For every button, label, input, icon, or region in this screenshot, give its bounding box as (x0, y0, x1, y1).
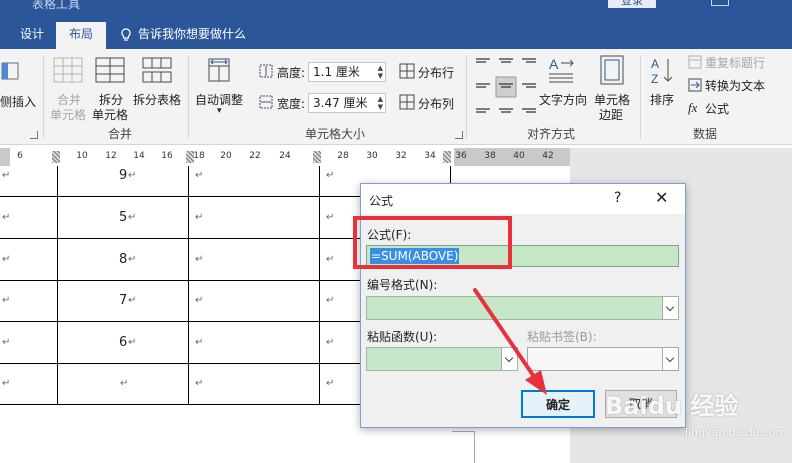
split-cells-icon (95, 57, 125, 83)
number-format-select[interactable] (366, 296, 679, 320)
watermark-brand: Baidu 经验 (605, 392, 739, 420)
distribute-rows-button[interactable]: 分布行 (418, 64, 454, 81)
chevron-down-icon[interactable] (662, 297, 678, 319)
align-group-label: 对齐方式 (526, 127, 575, 141)
help-icon[interactable]: ? (614, 190, 621, 206)
formula-fx-icon: fx (688, 100, 698, 115)
svg-text:Z: Z (651, 72, 658, 86)
merge-cells-icon (53, 57, 83, 83)
autofit-icon (208, 58, 230, 82)
autofit-dropdown-icon[interactable]: ▾ (217, 106, 222, 116)
convert-to-text-button[interactable]: 转换为文本 (705, 77, 765, 94)
table-cell-value: 5 (119, 210, 128, 225)
svg-text:A: A (651, 57, 659, 71)
title-bar: 表格工具 登录 设计 布局 告诉我你想要做什么 (0, 0, 792, 49)
ruler-tick: 32 (395, 151, 407, 161)
close-icon[interactable]: ✕ (655, 188, 668, 207)
width-field[interactable]: 3.47 厘米 ▲ ▼ (308, 93, 386, 113)
annotation-highlight-box (353, 216, 512, 269)
split-table-icon (142, 57, 172, 83)
ruler-tick: 22 (249, 151, 261, 161)
distribute-columns-icon (399, 94, 415, 110)
ruler-tick: 14 (133, 151, 145, 161)
width-label: 宽度: (277, 97, 306, 111)
table-cell-value: 6 (119, 335, 128, 350)
cell-margins-line2[interactable]: 边距 (599, 106, 623, 123)
distribute-rows-icon (399, 63, 415, 79)
text-direction-icon: A (549, 56, 574, 83)
height-value: 1.1 厘米 (313, 65, 360, 79)
ruler-tick: 28 (337, 151, 349, 161)
formula-button[interactable]: 公式 (705, 100, 729, 117)
width-spin-icon[interactable]: ▲ ▼ (378, 95, 383, 111)
ruler-tick: 6 (17, 151, 23, 161)
table-cell-value: 8 (119, 252, 128, 267)
width-value: 3.47 厘米 (313, 96, 368, 110)
height-label: 高度: (277, 66, 306, 80)
row-height-icon (259, 64, 273, 78)
insert-left-icon (1, 62, 19, 80)
ok-button[interactable]: 确定 (521, 390, 595, 418)
ruler-tick: 34 (424, 151, 436, 161)
paste-bookmark-select[interactable] (527, 347, 679, 371)
tell-me-label: 告诉我你想要做什么 (138, 27, 247, 41)
chevron-down-icon[interactable] (501, 348, 517, 370)
watermark-url: jingyan.baidu.com (685, 426, 787, 439)
ruler-tick: 12 (105, 151, 117, 161)
lightbulb-icon (121, 28, 131, 41)
split-cells-line2[interactable]: 单元格 (92, 106, 128, 123)
dialog-title: 公式 (369, 194, 394, 208)
distribute-columns-button[interactable]: 分布列 (418, 95, 454, 112)
ruler-tick: 42 (542, 151, 554, 161)
paste-function-select[interactable] (366, 347, 518, 371)
cell-size-group-label: 单元格大小 (304, 127, 365, 141)
table-cell-value: 9 (119, 168, 128, 183)
ruler-tick: 38 (484, 151, 496, 161)
ruler-tick: 40 (513, 151, 525, 161)
merge-group-label: 合并 (107, 127, 132, 141)
paste-function-label: 粘贴函数(U): (367, 330, 438, 344)
ribbon-display-options-icon[interactable] (711, 0, 729, 6)
tab-layout[interactable]: 布局 (56, 22, 106, 49)
ruler-tick: 10 (76, 151, 88, 161)
sort-icon: AZ (651, 57, 673, 86)
split-table-button[interactable]: 拆分表格 (133, 91, 181, 108)
ribbon: 侧插入 合并 单元格 拆分 单元格 拆分表格 合并 自动调整 ▾ 高度: 1.1… (0, 49, 792, 145)
repeat-header-button[interactable]: 重复标题行 (705, 54, 765, 71)
chevron-down-icon[interactable] (662, 348, 678, 370)
paste-bookmark-label: 粘贴书签(B): (527, 330, 597, 344)
ruler-tick: 18 (193, 151, 205, 161)
column-width-icon (259, 95, 273, 109)
repeat-header-icon (688, 55, 702, 69)
ruler-tick: 36 (455, 151, 467, 161)
merge-cells-line2[interactable]: 单元格 (50, 106, 86, 123)
table-cell-value: 7 (119, 293, 128, 308)
ruler-tick: 20 (220, 151, 232, 161)
sort-button[interactable]: 排序 (650, 91, 674, 108)
height-field[interactable]: 1.1 厘米 ▲ ▼ (308, 62, 386, 82)
data-group-label: 数据 (692, 127, 717, 141)
tab-design[interactable]: 设计 (9, 22, 55, 49)
insert-left-button[interactable]: 侧插入 (0, 93, 36, 110)
baidu-watermark: Baidu 经验 jingyan.baidu.com (605, 386, 790, 456)
convert-to-text-icon (688, 78, 702, 92)
table-tools-title: 表格工具 (32, 0, 81, 11)
height-spin-icon[interactable]: ▲ ▼ (378, 64, 383, 80)
align-grid-icon[interactable] (472, 53, 540, 119)
tell-me-search[interactable]: 告诉我你想要做什么 (120, 22, 260, 49)
ruler-tick: 24 (279, 151, 291, 161)
dialog-title-bar: 公式 ? ✕ (361, 184, 685, 214)
ruler-tick: 30 (366, 151, 378, 161)
login-button[interactable]: 登录 (608, 0, 656, 8)
text-direction-button[interactable]: 文字方向 (539, 91, 587, 108)
cell-margins-icon (600, 55, 624, 85)
ruler-tick: 16 (161, 151, 173, 161)
svg-text:A: A (549, 56, 559, 72)
number-format-label: 编号格式(N): (367, 278, 438, 292)
horizontal-ruler[interactable]: 6 10 12 14 16 18 20 22 24 28 30 32 34 36… (0, 148, 570, 166)
